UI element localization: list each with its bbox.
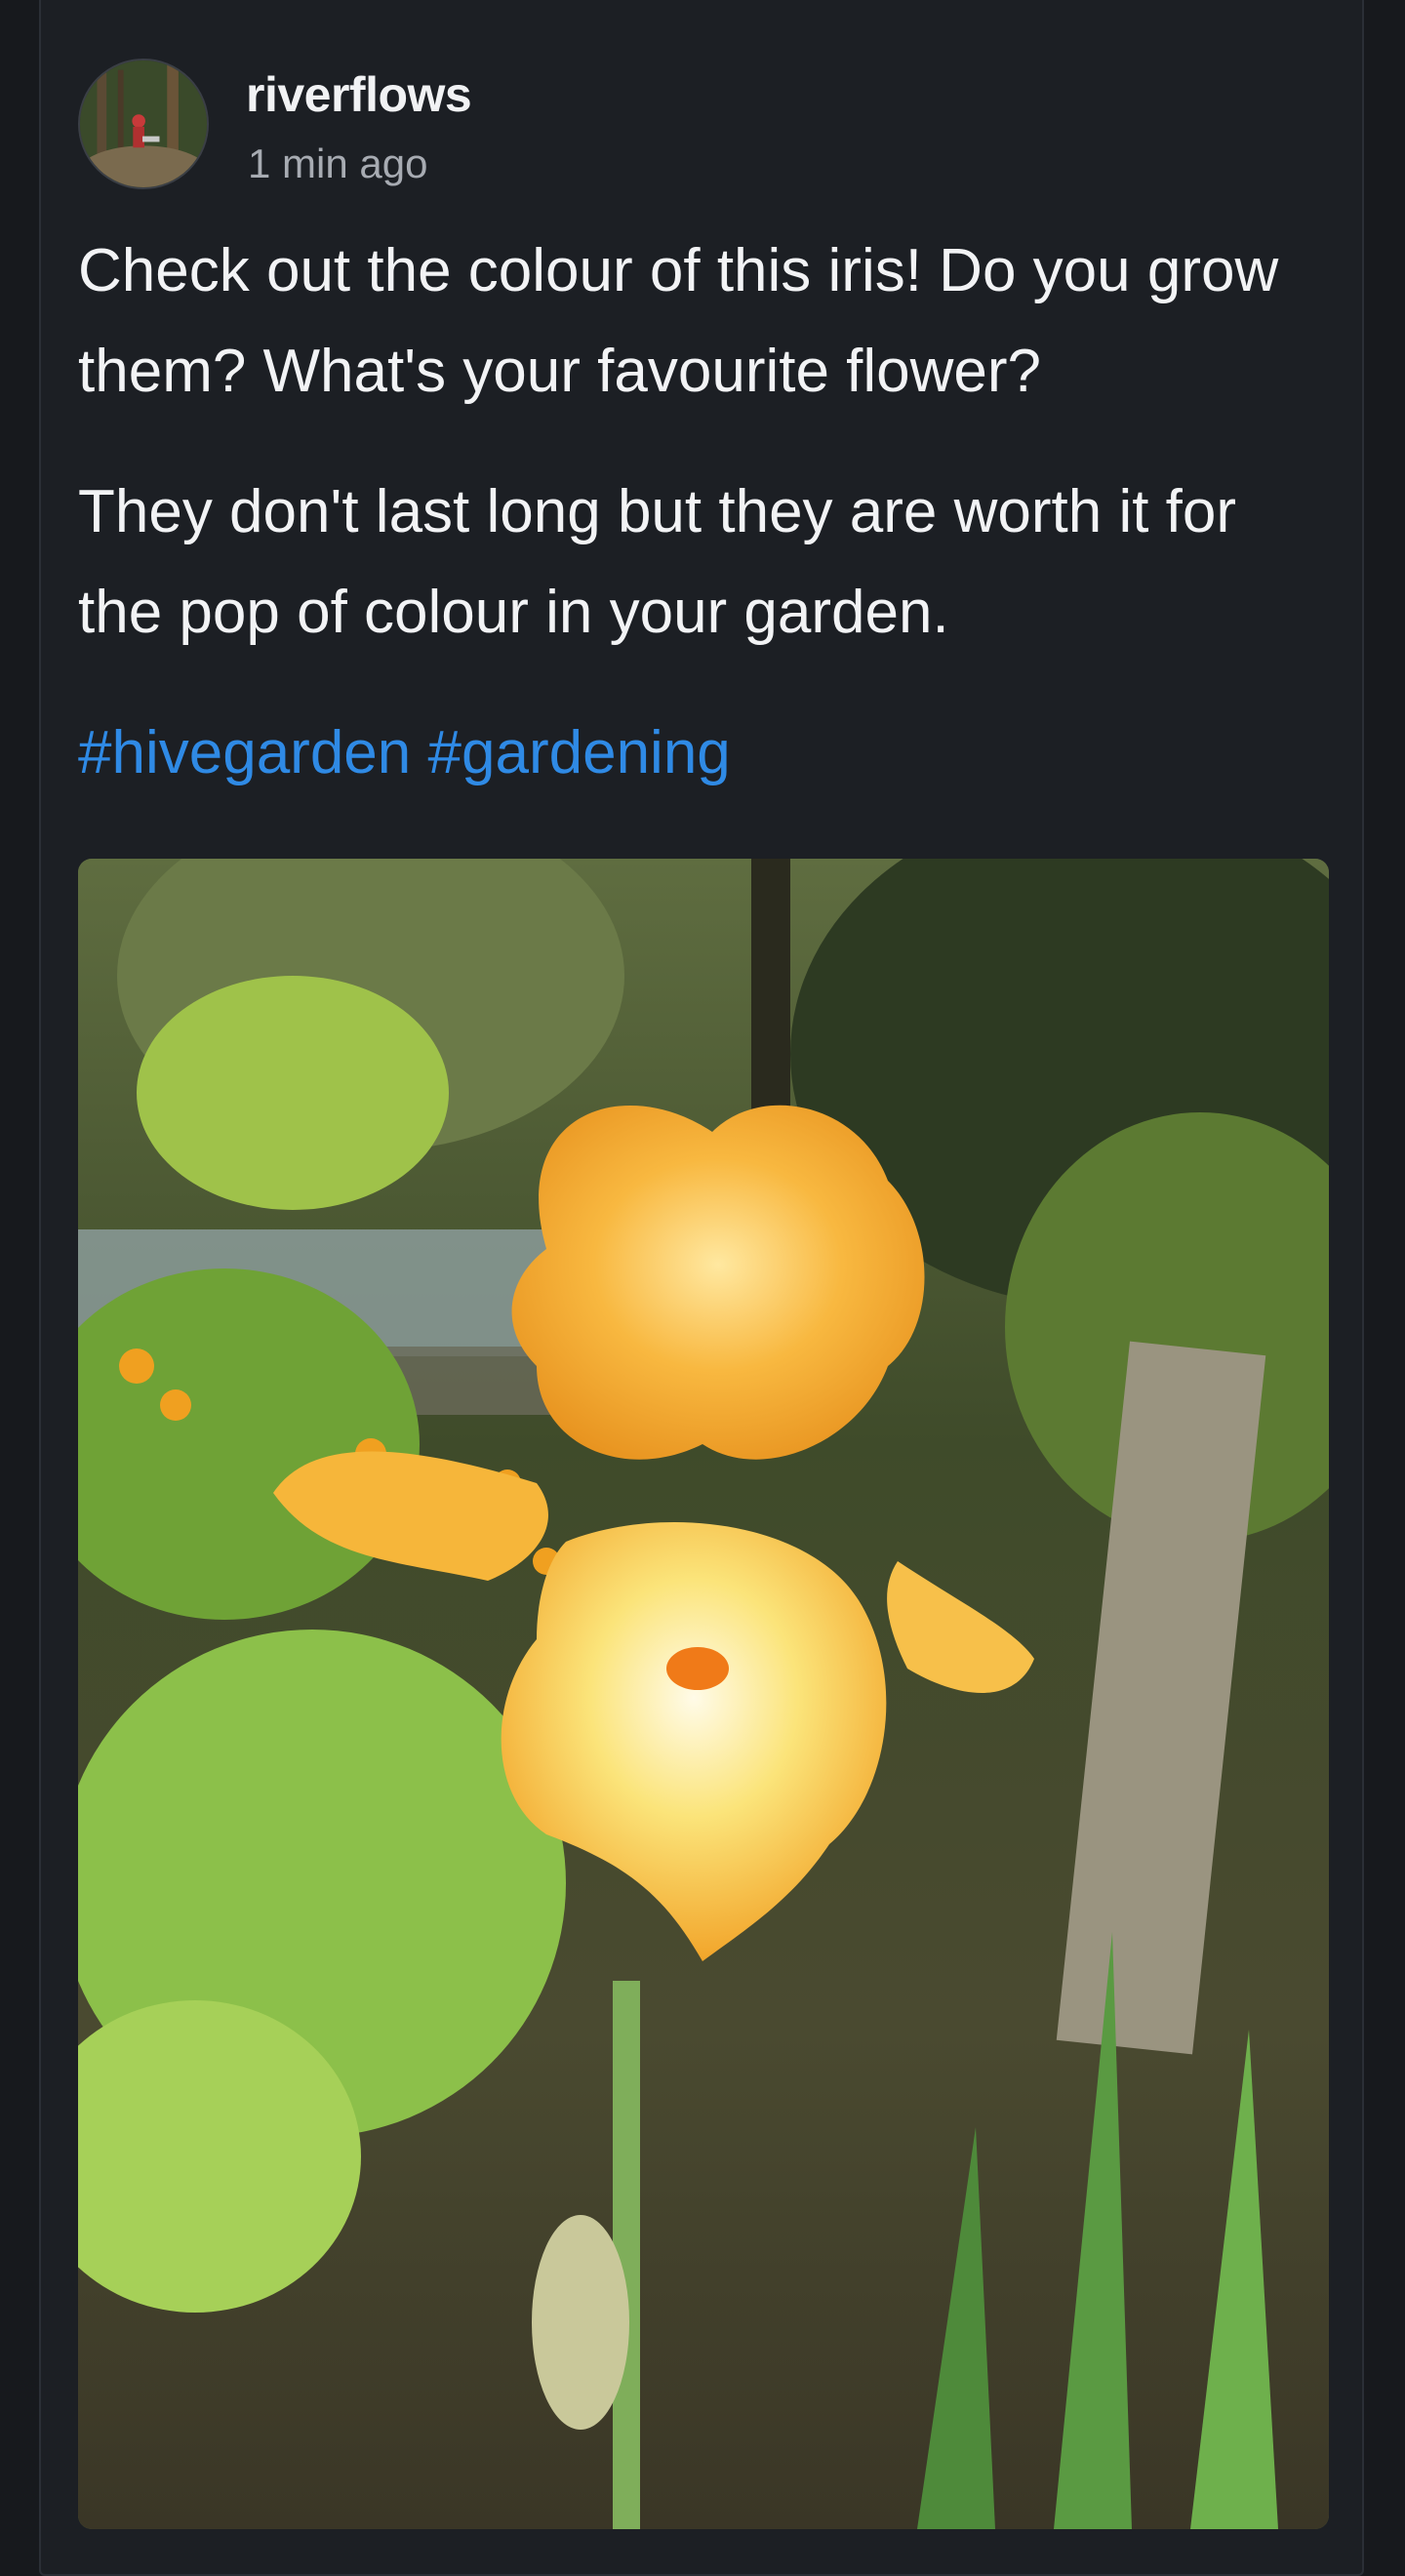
post-paragraph: They don't last long but they are worth … bbox=[78, 478, 1237, 646]
iris-photo bbox=[78, 859, 1329, 2529]
post-image[interactable] bbox=[78, 859, 1329, 2529]
avatar-image bbox=[80, 60, 207, 187]
post-timestamp[interactable]: 1 min ago bbox=[248, 141, 427, 187]
hashtag-list: #hivegarden #gardening bbox=[78, 703, 731, 803]
hashtag-link[interactable]: #gardening bbox=[428, 719, 731, 786]
post-paragraph: Check out the colour of this iris! Do yo… bbox=[78, 237, 1279, 405]
hashtag-link[interactable]: #hivegarden bbox=[78, 719, 411, 786]
author-username[interactable]: riverflows bbox=[246, 66, 472, 123]
avatar[interactable] bbox=[78, 59, 209, 189]
post-card: riverflows 1 min ago Check out the colou… bbox=[39, 0, 1364, 2576]
